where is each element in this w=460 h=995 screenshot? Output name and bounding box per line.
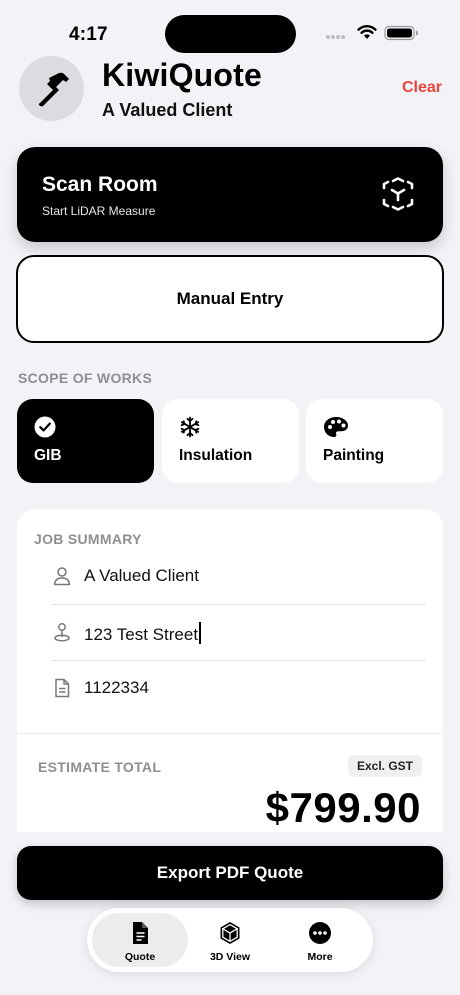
checkmark-circle-icon — [34, 416, 56, 438]
address-field[interactable]: 123 Test Street — [51, 605, 426, 661]
client-subtitle: A Valued Client — [102, 100, 233, 120]
ar-cube-icon — [382, 177, 414, 211]
palette-icon — [324, 417, 348, 437]
tab-3d-view[interactable]: 3D View — [182, 913, 278, 967]
app-title: KiwiQuote — [102, 57, 263, 93]
document-icon — [55, 678, 70, 698]
status-time: 4:17 — [69, 24, 108, 45]
export-pdf-button[interactable]: Export PDF Quote — [17, 846, 443, 900]
job-summary-label: JOB SUMMARY — [34, 531, 142, 547]
cube-icon — [220, 922, 240, 944]
tab-more-label: More — [307, 951, 333, 963]
battery-icon — [384, 25, 418, 41]
scope-card-painting[interactable]: Painting — [306, 399, 443, 483]
divider — [17, 733, 443, 734]
manual-entry-button[interactable]: Manual Entry — [16, 255, 444, 343]
job-number-value: 1122334 — [84, 678, 149, 697]
wifi-icon — [357, 25, 377, 39]
hammer-icon — [38, 72, 69, 106]
avatar — [19, 56, 84, 121]
status-bar: 4:17 — [0, 0, 460, 60]
snowflake-icon — [180, 416, 200, 438]
dynamic-island — [165, 15, 296, 53]
cellular-signal-icon — [326, 33, 346, 39]
document-icon — [133, 922, 148, 944]
tab-more[interactable]: More — [272, 913, 368, 967]
client-name-value: A Valued Client — [84, 566, 199, 585]
scope-label-insulation: Insulation — [179, 447, 253, 464]
scope-label-gib: GIB — [34, 447, 62, 464]
scan-room-subtitle: Start LiDAR Measure — [42, 204, 156, 218]
map-pin-icon — [54, 623, 70, 642]
text-cursor — [199, 622, 202, 644]
scope-section-label: SCOPE OF WORKS — [18, 370, 153, 386]
job-summary-card: JOB SUMMARY A Valued Client 123 Test Str… — [17, 509, 443, 849]
job-number-field[interactable]: 1122334 — [51, 661, 426, 717]
tab-quote[interactable]: Quote — [92, 913, 188, 967]
scan-room-button[interactable]: Scan Room Start LiDAR Measure — [17, 147, 443, 242]
scope-card-gib[interactable]: GIB — [17, 399, 154, 483]
tab-3d-view-label: 3D View — [209, 951, 251, 963]
tab-quote-label: Quote — [124, 951, 156, 963]
scope-label-painting: Painting — [323, 447, 385, 464]
clear-button[interactable]: Clear — [402, 79, 442, 97]
tab-bar: Quote 3D View More — [87, 908, 373, 972]
client-name-field[interactable]: A Valued Client — [51, 549, 426, 605]
gst-badge: Excl. GST — [347, 755, 422, 777]
ellipsis-circle-icon — [309, 922, 331, 944]
person-icon — [53, 567, 71, 586]
estimate-total-amount: $799.90 — [265, 784, 421, 831]
scope-card-insulation[interactable]: Insulation — [162, 399, 299, 483]
scan-room-title: Scan Room — [42, 173, 158, 196]
address-input[interactable]: 123 Test Street — [84, 622, 202, 645]
estimate-total-label: ESTIMATE TOTAL — [38, 759, 162, 775]
